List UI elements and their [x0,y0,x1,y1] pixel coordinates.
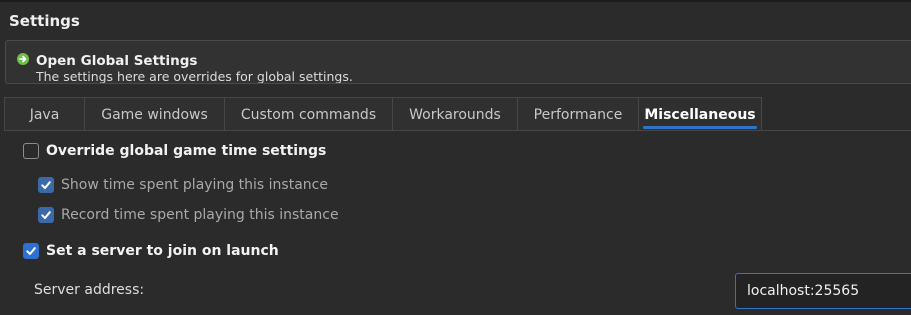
open-global-settings-link[interactable]: Open Global Settings [36,53,197,69]
notice-subtitle: The settings here are overrides for glob… [36,69,353,84]
global-settings-notice[interactable]: Open Global Settings The settings here a… [5,40,911,84]
checkmark-icon [26,247,36,255]
checkmark-icon [41,211,51,219]
tab-miscellaneous[interactable]: Miscellaneous [638,97,762,131]
tab-game-windows[interactable]: Game windows [84,97,224,131]
record-time-option[interactable]: Record time spent playing this instance [38,207,339,223]
show-time-option[interactable]: Show time spent playing this instance [38,177,328,193]
record-time-label: Record time spent playing this instance [61,207,339,223]
checkmark-icon [41,181,51,189]
page-title: Settings [9,12,80,30]
join-server-option[interactable]: Set a server to join on launch [23,243,279,259]
join-server-checkbox[interactable] [23,243,39,259]
show-time-label: Show time spent playing this instance [61,177,328,193]
show-time-checkbox[interactable] [38,177,54,193]
tab-workarounds[interactable]: Workarounds [392,97,517,131]
server-address-label: Server address: [34,282,145,298]
override-game-time-label: Override global game time settings [46,143,327,159]
window-top-border [0,0,911,2]
override-game-time-option[interactable]: Override global game time settings [23,143,326,159]
tab-performance[interactable]: Performance [517,97,638,131]
record-time-checkbox[interactable] [38,207,54,223]
override-game-time-checkbox[interactable] [23,143,39,159]
server-address-input[interactable] [735,273,911,309]
tab-java[interactable]: Java [4,97,84,131]
tab-custom-commands[interactable]: Custom commands [224,97,392,131]
settings-tab-bar: Java Game windows Custom commands Workar… [4,97,762,131]
arrow-right-icon [17,53,29,65]
join-server-label: Set a server to join on launch [46,243,279,259]
